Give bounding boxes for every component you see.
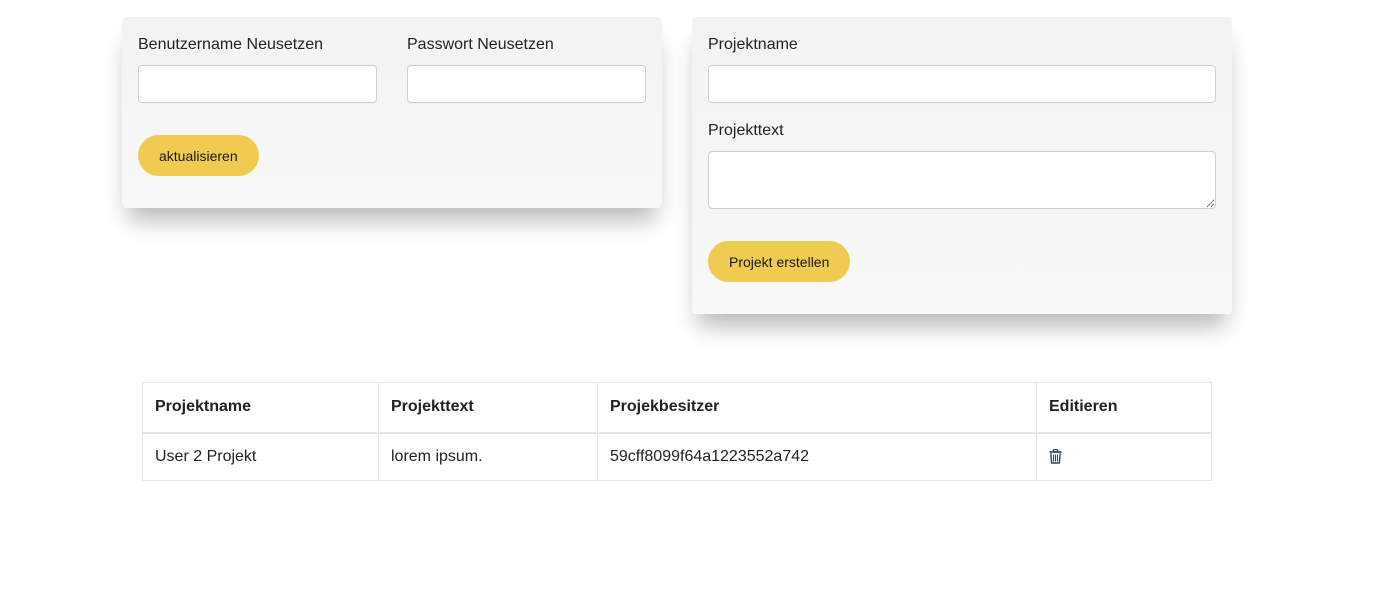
project-text-input[interactable] [708,151,1216,209]
cell-project-name: User 2 Projekt [142,432,379,481]
user-reset-card: Benutzername Neusetzen Passwort Neusetze… [122,17,662,208]
create-project-button[interactable]: Projekt erstellen [708,241,851,282]
username-input[interactable] [138,65,377,103]
trash-icon[interactable] [1049,448,1062,464]
project-create-card: Projektname Projekttext Projekt erstelle… [692,17,1232,314]
header-projektname: Projektname [142,382,379,434]
projects-table: Projektname Projekttext Projekbesitzer E… [142,382,1212,481]
update-button[interactable]: aktualisieren [138,135,259,176]
password-label: Passwort Neusetzen [407,36,554,53]
project-text-label: Projekttext [708,122,784,139]
table-row: User 2 Projekt lorem ipsum. 59cff8099f64… [142,432,1212,481]
project-name-label: Projektname [708,36,798,53]
cell-project-text: lorem ipsum. [378,432,598,481]
header-editieren: Editieren [1036,382,1212,434]
password-input[interactable] [407,65,646,103]
cell-edit-actions [1036,432,1212,481]
header-projekttext: Projekttext [378,382,598,434]
project-name-input[interactable] [708,65,1216,103]
header-projekbesitzer: Projekbesitzer [597,382,1037,434]
username-label: Benutzername Neusetzen [138,36,323,53]
table-header-row: Projektname Projekttext Projekbesitzer E… [142,382,1212,434]
cell-project-owner: 59cff8099f64a1223552a742 [597,432,1037,481]
